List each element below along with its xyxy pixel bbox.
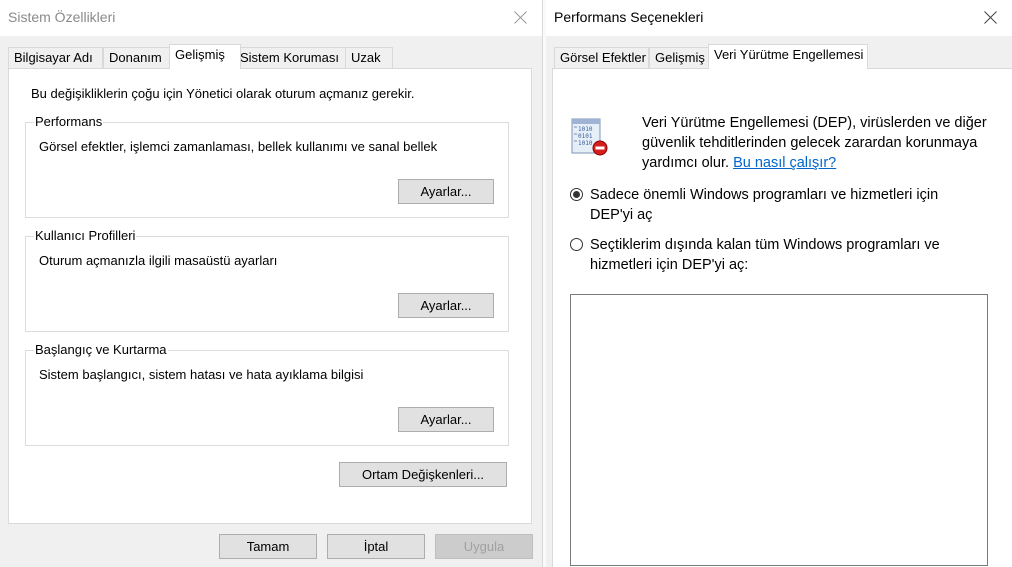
svg-text:1010: 1010 [578, 140, 593, 147]
tab-system-protection[interactable]: Sistem Koruması [234, 47, 346, 68]
close-button[interactable] [982, 8, 1000, 26]
user-profiles-settings-button[interactable]: Ayarlar... [398, 293, 494, 318]
window-title: Sistem Özellikleri [8, 9, 116, 25]
user-profiles-description: Oturum açmanızla ilgili masaüstü ayarlar… [39, 253, 278, 268]
environment-variables-button[interactable]: Ortam Değişkenleri... [339, 462, 507, 487]
title-bar[interactable]: Sistem Özellikleri [0, 0, 542, 36]
performance-settings-button[interactable]: Ayarlar... [398, 179, 494, 204]
advanced-tab-panel: Bu değişikliklerin çoğu için Yönetici ol… [8, 68, 532, 524]
svg-text:0101: 0101 [578, 133, 593, 140]
tab-advanced[interactable]: Gelişmiş [169, 44, 241, 69]
tab-dep[interactable]: Veri Yürütme Engellemesi [708, 44, 868, 69]
user-profiles-group: Kullanıcı Profilleri Oturum açmanızla il… [25, 228, 509, 332]
how-does-it-work-link[interactable]: Bu nasıl çalışır? [733, 155, 836, 171]
svg-text:1010: 1010 [578, 126, 593, 133]
performance-options-window: Performans Seçenekleri Görsel Efektler G… [546, 0, 1012, 567]
tab-visual-effects[interactable]: Görsel Efektler [554, 47, 649, 68]
dep-shield-binary-icon: 1010 0101 1010 [568, 114, 612, 158]
window-title: Performans Seçenekleri [554, 9, 704, 25]
startup-recovery-settings-button[interactable]: Ayarlar... [398, 407, 494, 432]
ok-button[interactable]: Tamam [219, 534, 317, 559]
close-button[interactable] [512, 8, 530, 26]
title-bar[interactable]: Performans Seçenekleri [546, 0, 1012, 36]
system-properties-window: Sistem Özellikleri Bilgisayar Adı Donanı… [0, 0, 542, 567]
tab-computer-name[interactable]: Bilgisayar Adı [8, 47, 103, 68]
cancel-button[interactable]: İptal [327, 534, 425, 559]
performance-legend: Performans [34, 114, 104, 129]
apply-button[interactable]: Uygula [435, 534, 533, 559]
performance-group: Performans Görsel efektler, işlemci zama… [25, 114, 509, 218]
tab-hardware[interactable]: Donanım [103, 47, 171, 68]
tab-remote[interactable]: Uzak [345, 47, 393, 68]
exception-program-list[interactable] [570, 294, 988, 566]
radio-all-except-selected-label[interactable]: Seçtiklerim dışında kalan tüm Windows pr… [590, 235, 970, 275]
tab-advanced[interactable]: Gelişmiş [649, 47, 711, 68]
radio-all-except-selected-button[interactable] [570, 238, 583, 251]
startup-recovery-description: Sistem başlangıcı, sistem hatası ve hata… [39, 367, 364, 382]
startup-recovery-group: Başlangıç ve Kurtarma Sistem başlangıcı,… [25, 342, 509, 446]
startup-recovery-legend: Başlangıç ve Kurtarma [34, 342, 168, 357]
performance-description: Görsel efektler, işlemci zamanlaması, be… [39, 139, 438, 154]
radio-essential-only-label[interactable]: Sadece önemli Windows programları ve hiz… [590, 185, 970, 225]
user-profiles-legend: Kullanıcı Profilleri [34, 228, 137, 243]
dep-description-block: Veri Yürütme Engellemesi (DEP), virüsler… [642, 113, 1002, 173]
admin-note: Bu değişikliklerin çoğu için Yönetici ol… [31, 86, 415, 101]
radio-essential-only-button[interactable] [570, 188, 583, 201]
